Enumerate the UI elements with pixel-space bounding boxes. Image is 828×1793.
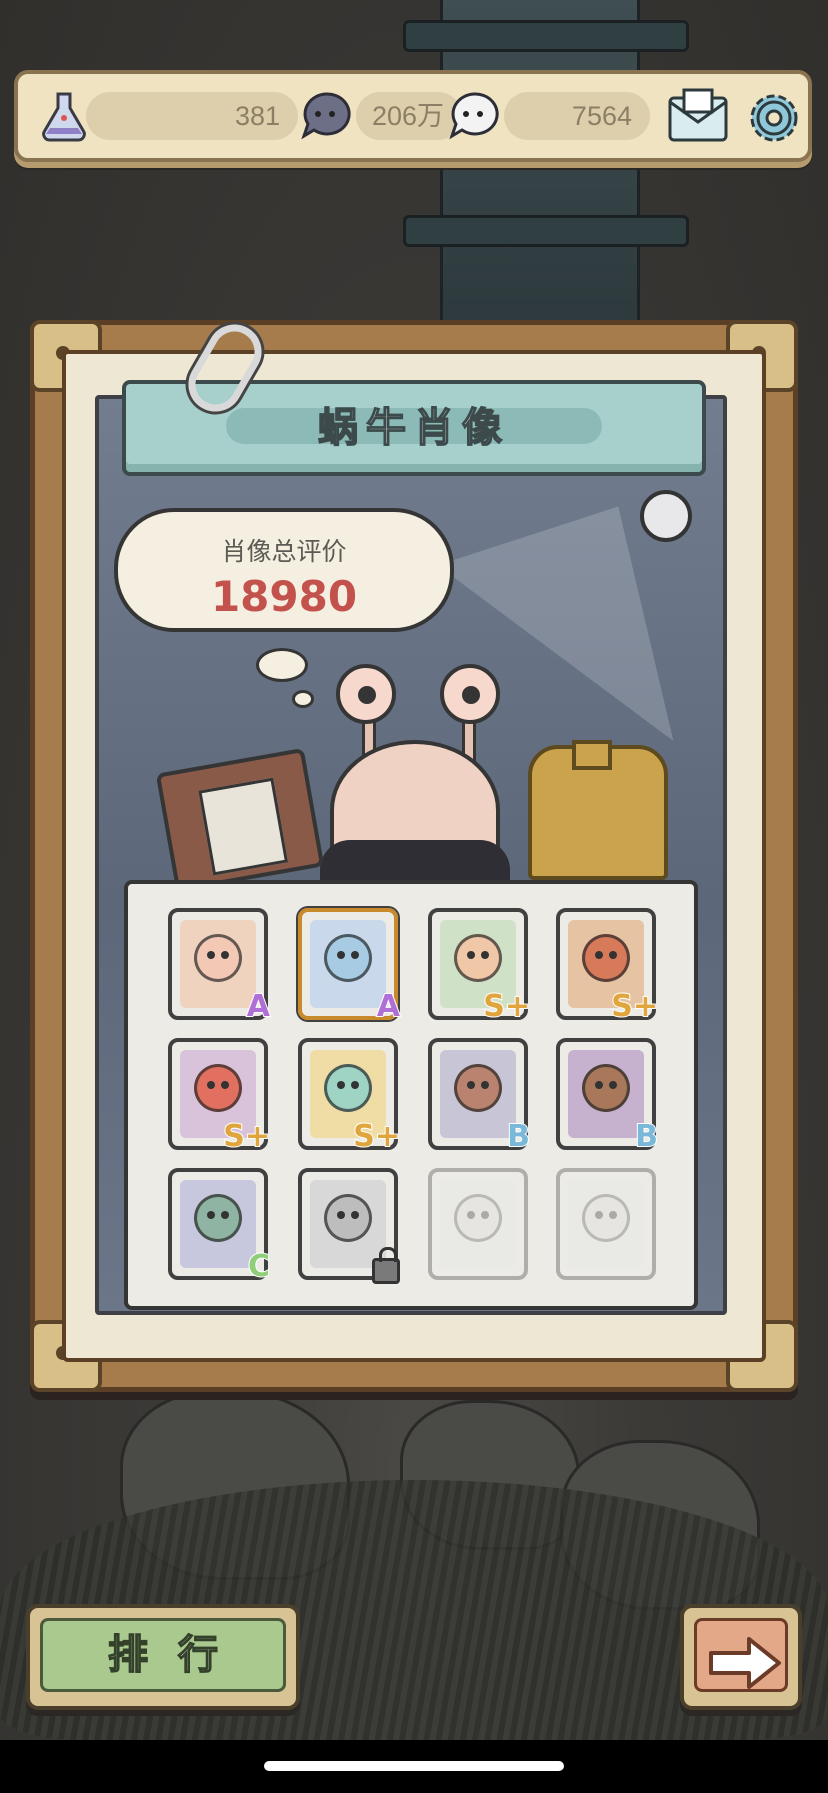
card-character-icon (324, 1064, 372, 1112)
card-character-icon (582, 934, 630, 982)
grade-badge: S+ (352, 1118, 401, 1155)
gear-icon[interactable] (740, 84, 808, 152)
grade-badge: A (246, 988, 271, 1025)
card-character-icon (454, 1194, 502, 1242)
rating-label: 肖像总评价 (221, 537, 347, 566)
card-character-icon (454, 934, 502, 982)
card-character-icon (582, 1064, 630, 1112)
grade-badge: S+ (482, 988, 531, 1025)
unknown-card-11[interactable] (428, 1168, 528, 1280)
next-button[interactable] (680, 1604, 802, 1710)
snail-eye (336, 664, 396, 724)
potion-flask-icon[interactable] (36, 88, 92, 144)
blue-hair-girl-card[interactable]: A (298, 908, 401, 1025)
bronze-vessel-card[interactable]: C (168, 1168, 271, 1285)
spotlight-icon (640, 490, 692, 542)
snail-suit (320, 840, 510, 880)
rank-button[interactable]: 排行 (26, 1604, 300, 1710)
portrait-book (155, 747, 325, 893)
card-character-icon (324, 934, 372, 982)
card-character-icon (454, 1064, 502, 1112)
thought-dot (292, 690, 314, 708)
owl-creature-card[interactable]: B (556, 1038, 659, 1155)
grade-badge: S+ (222, 1118, 271, 1155)
card-character-icon (194, 1194, 242, 1242)
grade-badge: S+ (610, 988, 659, 1025)
grade-badge: B (634, 1118, 659, 1155)
golden-statue-hat (572, 740, 612, 770)
grade-badge: B (506, 1118, 531, 1155)
card-character-icon (324, 1194, 372, 1242)
unknown-card-12[interactable] (556, 1168, 656, 1280)
snail-eye (440, 664, 500, 724)
thought-dot (256, 648, 308, 682)
sunglasses-guy-card[interactable]: S+ (428, 908, 531, 1025)
home-indicator[interactable] (264, 1761, 564, 1771)
rating-speech-bubble: 肖像总评价 18980 (114, 508, 454, 632)
next-button-face (694, 1618, 788, 1692)
locked-rock-card[interactable] (298, 1168, 400, 1284)
lock-icon (372, 1247, 400, 1284)
bearded-warrior-card[interactable]: S+ (556, 908, 659, 1025)
arrow-right-icon (709, 1637, 781, 1689)
grade-badge: A (376, 988, 401, 1025)
snail-portrait-card[interactable]: A (168, 908, 271, 1025)
rating-value: 18980 (210, 572, 358, 621)
dark-speech-bubble-icon[interactable] (298, 88, 354, 144)
rainbow-gem-card[interactable]: S+ (298, 1038, 401, 1155)
light-speech-bubble-icon[interactable] (446, 88, 502, 144)
resource-bar: 381 206万 7564 (14, 70, 812, 162)
pagoda-tower (403, 0, 689, 330)
card-character-icon (582, 1194, 630, 1242)
light-bubble-count: 7564 (504, 92, 650, 140)
card-character-icon (194, 1064, 242, 1112)
red-crab-monster-card[interactable]: S+ (168, 1038, 271, 1155)
potion-count: 381 (86, 92, 298, 140)
rank-button-label: 排行 (40, 1618, 286, 1692)
mail-icon[interactable] (664, 84, 732, 152)
brain-mask-card[interactable]: B (428, 1038, 531, 1155)
card-character-icon (194, 934, 242, 982)
grade-badge: C (247, 1248, 271, 1285)
